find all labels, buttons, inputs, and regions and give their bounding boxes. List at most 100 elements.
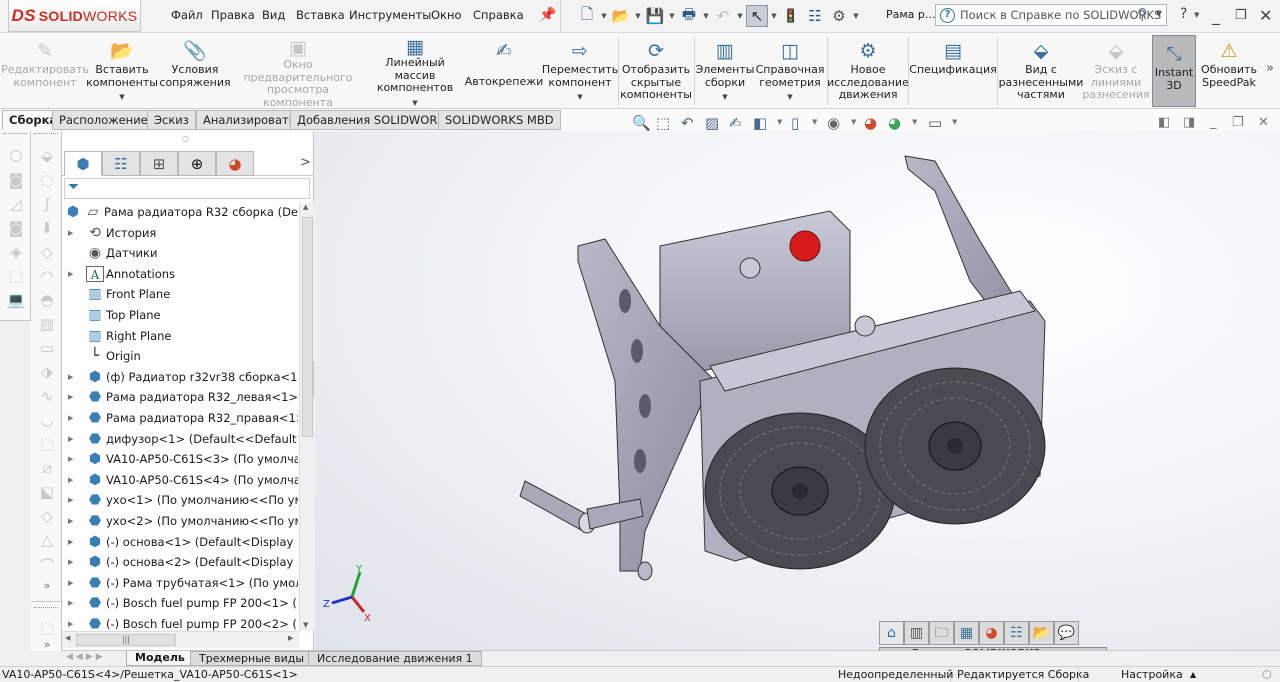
expand-toolbar-icon[interactable]: » — [37, 579, 57, 599]
revolve-icon[interactable]: ◌ — [37, 171, 57, 191]
toolbar-grip[interactable] — [3, 133, 27, 136]
chevron-down-icon[interactable]: ▼ — [577, 91, 582, 104]
assembly-features-button[interactable]: ▥ Элементы сборки ▼ — [696, 33, 755, 109]
rebuild-status-icon[interactable]: ⬡ — [1262, 667, 1272, 682]
tree-item[interactable]: ▶ ⬣ (-) Рама трубчатая<1> (По умолчани — [62, 573, 298, 593]
tab-solidworks-mbd[interactable]: SOLIDWORKS MBD — [438, 110, 561, 130]
extrude-icon[interactable]: ⬙ — [37, 147, 57, 167]
task-pane-tab-forum[interactable]: 📂 — [1029, 621, 1054, 645]
toolbar-icon[interactable]: ◿ — [6, 195, 26, 215]
chevron-down-icon[interactable]: ▼ — [600, 12, 608, 20]
chevron-down-icon[interactable]: ▼ — [852, 12, 860, 20]
horizontal-scrollbar[interactable]: ◀ ||| ▶ — [62, 631, 299, 648]
tab-property-manager[interactable]: ☷ — [102, 151, 140, 176]
expand-arrow-icon[interactable]: ▶ — [68, 573, 73, 593]
expand-arrow-icon[interactable]: ▶ — [68, 449, 73, 469]
menu-edit[interactable]: Правка — [211, 8, 255, 22]
scroll-up-icon[interactable]: ▲ — [303, 203, 308, 211]
filter-icon[interactable]: ⏷ — [68, 179, 79, 195]
show-hidden-components-button[interactable]: ⟳ Отобразить скрытые компоненты — [620, 33, 692, 109]
menu-help[interactable]: Справка — [473, 8, 524, 22]
solidworks-logo[interactable]: DS SOLID WORKS — [8, 0, 141, 32]
tree-item[interactable]: ▶ ⟲ История — [62, 223, 298, 243]
new-document-icon[interactable]: 🗋 — [576, 5, 598, 27]
zoom-to-fit-icon[interactable]: 🔍 — [632, 114, 651, 132]
plane-icon[interactable]: ▭ — [37, 339, 57, 359]
help-search-input[interactable]: ? Поиск в Справке по SOLIDWORKS ⚲ ▼ — [935, 4, 1167, 26]
tree-item[interactable]: ▶ ⬣ дифузор<1> (Default<<Default>_Disp — [62, 429, 298, 449]
tree-item[interactable]: ▶ A Annotations — [62, 264, 298, 284]
tree-item[interactable]: ▥ Top Plane — [62, 305, 298, 325]
toolbar-icon[interactable]: ⬡ — [6, 147, 26, 167]
tree-item[interactable]: ▶ ⬣ Рама радиатора R32_правая<1> (Defa — [62, 408, 298, 428]
intersect-icon[interactable]: ⧄ — [37, 459, 57, 479]
tree-item[interactable]: ▥ Right Plane — [62, 326, 298, 346]
search-icon[interactable]: ⚲ — [1137, 5, 1148, 23]
chevron-down-icon[interactable]: ▼ — [668, 12, 676, 20]
scrollbar-thumb[interactable] — [302, 217, 313, 437]
display-style-icon[interactable]: ▯ — [791, 114, 799, 132]
chevron-down-icon[interactable]: ▼ — [787, 91, 792, 104]
expand-arrow-icon[interactable]: ▶ — [68, 490, 73, 510]
chevron-down-icon[interactable]: ▼ — [1194, 11, 1199, 19]
section-view-icon[interactable]: ▨ — [705, 114, 719, 132]
chevron-down-icon[interactable]: ▼ — [1156, 9, 1162, 18]
undo-icon[interactable]: ↶ — [712, 5, 734, 27]
shell-icon[interactable]: ⬚ — [37, 435, 57, 455]
move-face-icon[interactable]: ⬗ — [37, 363, 57, 383]
chevron-down-icon[interactable]: ▼ — [912, 118, 917, 126]
exploded-view-button[interactable]: ⬙ Вид с разнесенными частями — [999, 33, 1084, 109]
tree-item[interactable]: ▶ ⬢ VA10-AP50-C61S<3> (По умолчанию — [62, 449, 298, 469]
menu-tools[interactable]: Инструменты — [349, 8, 431, 22]
menu-file[interactable]: Файл — [171, 8, 203, 22]
split-icon[interactable]: ◇ — [37, 507, 57, 527]
print-icon[interactable]: 🖶 — [678, 5, 700, 27]
tree-item[interactable]: ▶ ⬢ VA10-AP50-C61S<4> (По умолчанию — [62, 470, 298, 490]
options-icon[interactable]: ⚙ — [828, 5, 850, 27]
close-button[interactable]: ✕ — [1259, 6, 1272, 25]
task-pane-tab-appearances[interactable]: ◕ — [979, 621, 1004, 645]
chevron-down-icon[interactable]: ▼ — [736, 12, 744, 20]
more-commands-button[interactable]: » — [1266, 61, 1274, 76]
new-motion-study-button[interactable]: ⚙ Новое исследование движения — [827, 33, 909, 109]
task-pane-tab-home[interactable]: ⌂ — [879, 621, 904, 645]
toolbar-icon[interactable]: ◙ — [6, 171, 26, 191]
radiator-assembly-model[interactable] — [315, 131, 1280, 651]
restore-button[interactable]: ❐ — [1235, 8, 1247, 23]
edit-appearance-icon[interactable]: ◕ — [864, 114, 877, 132]
scroll-down-icon[interactable]: ▼ — [303, 621, 308, 629]
tree-item[interactable]: ▥ Front Plane — [62, 284, 298, 304]
tree-item[interactable]: └ Origin — [62, 346, 298, 366]
mate-button[interactable]: 📎 Условия сопряжения — [159, 33, 230, 109]
scroll-left-icon[interactable]: ◀ — [65, 634, 70, 642]
laptop-icon[interactable]: 💻 — [6, 291, 26, 311]
panel-grip-icon[interactable]: ○ — [182, 134, 189, 143]
component-preview-window-button[interactable]: ▣ Окно предварительного просмотра компоне… — [233, 33, 363, 109]
explode-line-sketch-button[interactable]: ⬙ Эскиз с линиями разнесения — [1082, 33, 1149, 109]
tree-item[interactable]: ▶ ⬣ ухо<2> (По умолчанию<<По умолча — [62, 511, 298, 531]
tab-navigation-arrows[interactable]: ◀◀▶▶ — [66, 652, 106, 662]
flex-icon[interactable]: ∿ — [37, 387, 57, 407]
boundary-icon[interactable]: ◇ — [37, 243, 57, 263]
tab-3d-views[interactable]: Трехмерные виды — [190, 651, 314, 666]
move-component-button[interactable]: ⇨ Переместить компонент ▼ — [542, 33, 618, 109]
tab-featuremanager-tree[interactable]: ⬢ — [64, 151, 102, 176]
chevron-up-icon[interactable]: ▲ — [1190, 667, 1196, 682]
chevron-down-icon[interactable]: ▼ — [722, 91, 727, 104]
tree-root-assembly[interactable]: ⬢ ▱ Рама радиатора R32 сборка (Default< — [62, 202, 298, 222]
tree-item[interactable]: ▶ ⬣ (-) Bosch fuel pump FP 200<1> (Defaul — [62, 593, 298, 613]
loft-icon[interactable]: ⬇ — [37, 219, 57, 239]
pin-icon[interactable]: 📌 — [539, 7, 556, 23]
chevron-down-icon[interactable]: ▼ — [634, 12, 642, 20]
toolbar-icon[interactable]: ⬚ — [6, 267, 26, 287]
rebuild-icon[interactable]: 🚦 — [780, 5, 802, 27]
cube-icon[interactable]: ⬚ — [37, 619, 57, 639]
tab-display-manager[interactable]: ◕ — [216, 151, 254, 176]
tab-configuration-manager[interactable]: ⊞ — [140, 151, 178, 176]
scroll-right-icon[interactable]: ▶ — [288, 634, 293, 642]
vertical-scrollbar[interactable]: ▲ ▼ — [299, 203, 314, 631]
task-pane-tab-view-palette[interactable]: ▦ — [954, 621, 979, 645]
tree-filter-input[interactable]: ⏷ — [64, 178, 310, 199]
tab-evaluate[interactable]: Анализировать — [196, 110, 303, 130]
sweep-icon[interactable]: ∫ — [37, 195, 57, 215]
